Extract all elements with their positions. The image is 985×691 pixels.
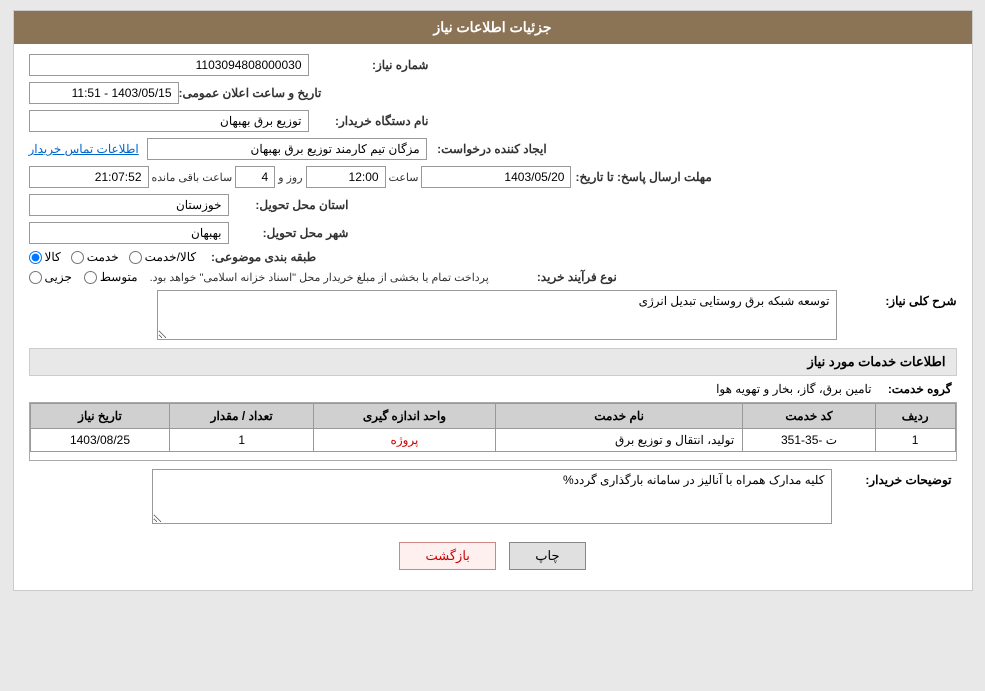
province-input[interactable] bbox=[29, 194, 229, 216]
category-kala-khedmat-label: کالا/خدمت bbox=[145, 250, 196, 264]
need-number-input[interactable] bbox=[29, 54, 309, 76]
creator-input[interactable] bbox=[147, 138, 427, 160]
cell-unit: پروژه bbox=[313, 429, 495, 452]
deadline-row: مهلت ارسال پاسخ: تا تاریخ: ساعت روز و سا… bbox=[29, 166, 957, 188]
announcement-date-label: تاریخ و ساعت اعلان عمومی: bbox=[179, 86, 322, 100]
cell-service-code: ت -35-351 bbox=[743, 429, 876, 452]
description-label: شرح کلی نیاز: bbox=[837, 290, 957, 308]
purchase-note: پرداخت تمام یا بخشی از مبلغ خریدار محل "… bbox=[150, 271, 489, 284]
action-buttons: چاپ بازگشت bbox=[29, 532, 957, 580]
contact-link[interactable]: اطلاعات تماس خریدار bbox=[29, 142, 139, 156]
announcement-date-row: تاریخ و ساعت اعلان عمومی: bbox=[29, 82, 957, 104]
purchase-type-radio-medium[interactable] bbox=[84, 271, 97, 284]
col-unit: واحد اندازه گیری bbox=[313, 404, 495, 429]
category-kala-label: کالا bbox=[45, 250, 61, 264]
creator-row: ایجاد کننده درخواست: اطلاعات تماس خریدار bbox=[29, 138, 957, 160]
description-textarea[interactable] bbox=[157, 290, 837, 340]
purchase-partial-label: جزیی bbox=[45, 270, 72, 284]
creator-label: ایجاد کننده درخواست: bbox=[427, 142, 547, 156]
city-label: شهر محل تحویل: bbox=[229, 226, 349, 240]
category-radio-khedmat[interactable] bbox=[71, 251, 84, 264]
cell-date: 1403/08/25 bbox=[30, 429, 170, 452]
deadline-days-label: روز و bbox=[278, 171, 302, 184]
services-section-title: اطلاعات خدمات مورد نیاز bbox=[29, 348, 957, 376]
page-title: جزئیات اطلاعات نیاز bbox=[433, 19, 551, 35]
purchase-type-options: پرداخت تمام یا بخشی از مبلغ خریدار محل "… bbox=[29, 270, 497, 284]
col-row-num: ردیف bbox=[875, 404, 955, 429]
services-table: ردیف کد خدمت نام خدمت واحد اندازه گیری ت… bbox=[30, 403, 956, 452]
deadline-remaining-label: ساعت باقی مانده bbox=[152, 171, 233, 184]
buyer-notes-textarea[interactable] bbox=[152, 469, 832, 524]
deadline-date-input[interactable] bbox=[421, 166, 571, 188]
purchase-type-label: نوع فرآیند خرید: bbox=[497, 270, 617, 284]
purchase-type-radio-partial[interactable] bbox=[29, 271, 42, 284]
category-option-kala-khedmat[interactable]: کالا/خدمت bbox=[129, 250, 196, 264]
cell-quantity: 1 bbox=[170, 429, 314, 452]
purchase-type-partial[interactable]: جزیی bbox=[29, 270, 72, 284]
city-row: شهر محل تحویل: bbox=[29, 222, 957, 244]
deadline-time-label: ساعت bbox=[389, 171, 419, 184]
deadline-days-input[interactable] bbox=[235, 166, 275, 188]
page-header: جزئیات اطلاعات نیاز bbox=[14, 11, 972, 44]
service-group-value: تامین برق، گاز، بخار و تهویه هوا bbox=[716, 382, 871, 396]
buyer-org-label: نام دستگاه خریدار: bbox=[309, 114, 429, 128]
purchase-type-row: نوع فرآیند خرید: پرداخت تمام یا بخشی از … bbox=[29, 270, 957, 284]
col-date: تاریخ نیاز bbox=[30, 404, 170, 429]
buyer-notes-label: توضیحات خریدار: bbox=[832, 469, 952, 487]
services-table-wrapper: ردیف کد خدمت نام خدمت واحد اندازه گیری ت… bbox=[29, 402, 957, 461]
service-group-label: گروه خدمت: bbox=[872, 382, 952, 396]
category-radio-kala-khedmat[interactable] bbox=[129, 251, 142, 264]
category-radio-group: کالا/خدمت خدمت کالا bbox=[29, 250, 197, 264]
table-row: 1 ت -35-351 تولید، انتقال و توزیع برق پر… bbox=[30, 429, 955, 452]
city-input[interactable] bbox=[29, 222, 229, 244]
print-button[interactable]: چاپ bbox=[509, 542, 585, 570]
deadline-label: مهلت ارسال پاسخ: تا تاریخ: bbox=[575, 170, 711, 184]
announcement-date-input[interactable] bbox=[29, 82, 179, 104]
category-option-kala[interactable]: کالا bbox=[29, 250, 61, 264]
buyer-org-input[interactable] bbox=[29, 110, 309, 132]
back-button[interactable]: بازگشت bbox=[399, 542, 495, 570]
cell-row-num: 1 bbox=[875, 429, 955, 452]
col-service-name: نام خدمت bbox=[495, 404, 742, 429]
need-number-label: شماره نیاز: bbox=[309, 58, 429, 72]
cell-service-name: تولید، انتقال و توزیع برق bbox=[495, 429, 742, 452]
buyer-org-row: نام دستگاه خریدار: bbox=[29, 110, 957, 132]
service-group-row: گروه خدمت: تامین برق، گاز، بخار و تهویه … bbox=[29, 382, 957, 396]
table-header-row: ردیف کد خدمت نام خدمت واحد اندازه گیری ت… bbox=[30, 404, 955, 429]
content-area: شماره نیاز: تاریخ و ساعت اعلان عمومی: نا… bbox=[14, 44, 972, 590]
category-label: طبقه بندی موضوعی: bbox=[196, 250, 316, 264]
buyer-notes-row: توضیحات خریدار: bbox=[29, 469, 957, 524]
category-option-khedmat[interactable]: خدمت bbox=[71, 250, 119, 264]
purchase-medium-label: متوسط bbox=[100, 270, 138, 284]
category-khedmat-label: خدمت bbox=[87, 250, 119, 264]
deadline-date-part: ساعت روز و ساعت باقی مانده bbox=[29, 166, 572, 188]
need-number-row: شماره نیاز: bbox=[29, 54, 957, 76]
deadline-remaining-input[interactable] bbox=[29, 166, 149, 188]
purchase-type-medium[interactable]: متوسط bbox=[84, 270, 138, 284]
col-quantity: تعداد / مقدار bbox=[170, 404, 314, 429]
deadline-time-input[interactable] bbox=[306, 166, 386, 188]
col-service-code: کد خدمت bbox=[743, 404, 876, 429]
page-container: جزئیات اطلاعات نیاز شماره نیاز: تاریخ و … bbox=[13, 10, 973, 591]
category-row: طبقه بندی موضوعی: کالا/خدمت خدمت کالا bbox=[29, 250, 957, 264]
province-label: استان محل تحویل: bbox=[229, 198, 349, 212]
province-row: استان محل تحویل: bbox=[29, 194, 957, 216]
description-box: شرح کلی نیاز: bbox=[29, 290, 957, 340]
category-radio-kala[interactable] bbox=[29, 251, 42, 264]
